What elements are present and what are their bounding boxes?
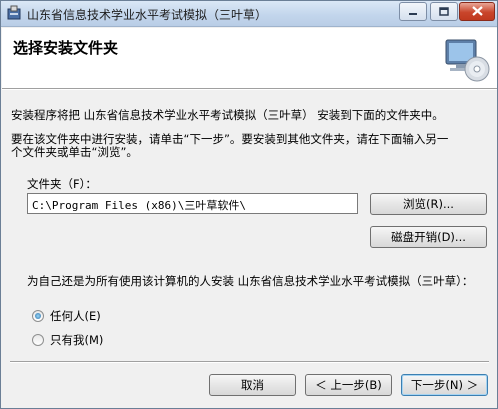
folder-label: 文件夹（F）： [27,177,97,191]
minimize-button[interactable] [399,2,427,21]
installer-app-icon [6,5,22,21]
disk-cost-button[interactable]: 磁盘开销(D)... [370,226,487,248]
footer-separator [10,361,489,363]
window-title: 山东省信息技术学业水平考试模拟（三叶草） [27,8,268,22]
radio-everyone[interactable]: 任何人(E) [32,308,101,324]
radio-just-me[interactable]: 只有我(M) [32,332,103,348]
next-button[interactable]: 下一步(N) ＞ [401,374,488,396]
radio-just-me-label: 只有我(M) [50,333,104,347]
close-icon [471,5,483,19]
maximize-icon [439,5,449,19]
page-title: 选择安装文件夹 [13,39,119,57]
install-for-question: 为自己还是为所有使用该计算机的人安装 山东省信息技术学业水平考试模拟（三叶草）： [27,274,474,288]
radio-button-unselected[interactable] [32,334,44,346]
close-button[interactable] [459,2,495,21]
header-banner: 选择安装文件夹 [2,28,497,89]
radio-button-selected[interactable] [32,310,44,322]
computer-disc-icon [442,36,492,84]
folder-path-input[interactable]: C:\Program Files (x86)\三叶草软件\ [27,193,358,214]
back-button[interactable]: ＜ 上一步(B) [305,374,392,396]
cancel-button[interactable]: 取消 [209,374,296,396]
install-description: 安装程序将把 山东省信息技术学业水平考试模拟（三叶草） 安装到下面的文件夹中。 [11,108,444,122]
minimize-icon [408,5,418,19]
header-divider [2,89,497,90]
radio-everyone-label: 任何人(E) [50,309,101,323]
maximize-button[interactable] [430,2,458,21]
title-bar[interactable]: 山东省信息技术学业水平考试模拟（三叶草） [1,1,497,27]
instruction-line-2: 个文件夹或单击“浏览”。 [11,145,138,159]
browse-button[interactable]: 浏览(R)... [370,193,487,215]
installer-window: 山东省信息技术学业水平考试模拟（三叶草） 选择安装文件夹 安装程序将把 山东省信… [0,0,498,409]
